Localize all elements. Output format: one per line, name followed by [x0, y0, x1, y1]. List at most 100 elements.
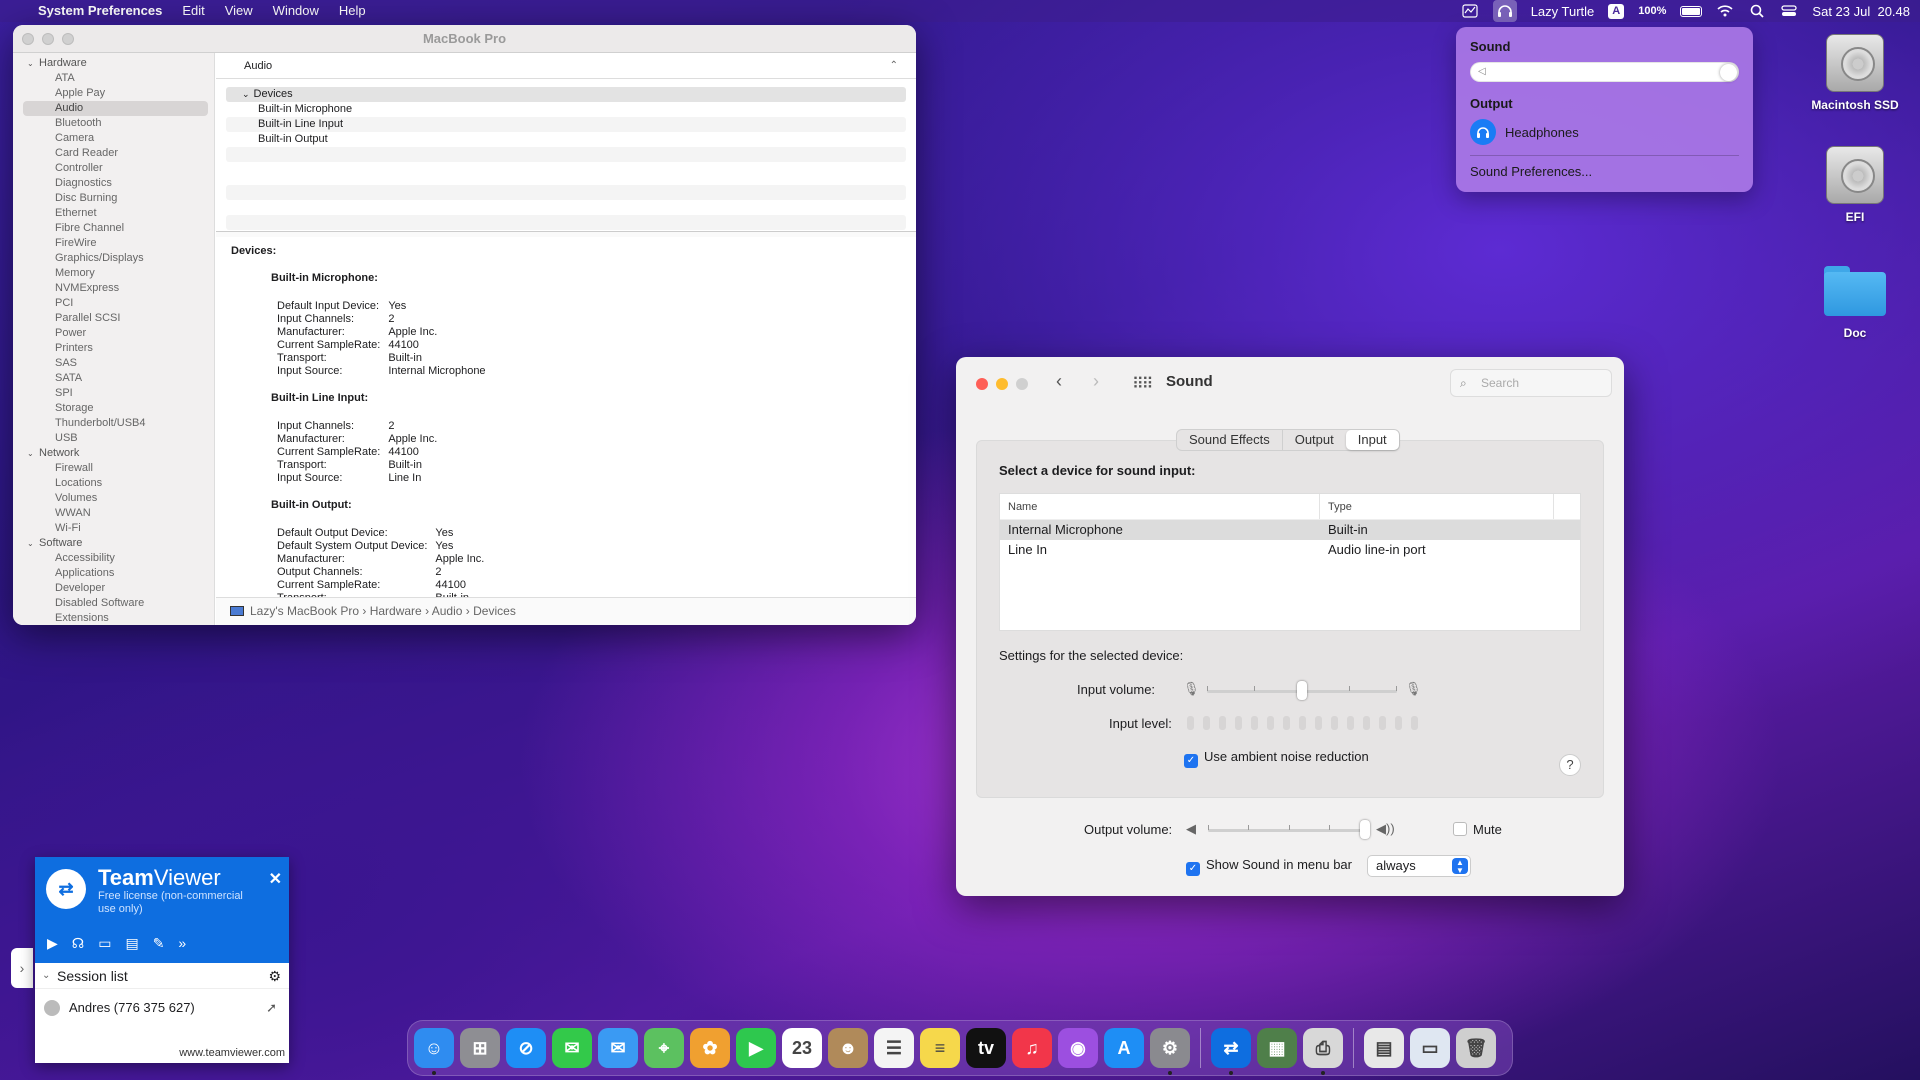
sidebar-item[interactable]: Fibre Channel	[13, 221, 214, 236]
input-volume-slider[interactable]	[1207, 680, 1397, 702]
tab-sound-effects[interactable]: Sound Effects	[1177, 430, 1283, 450]
app-menu[interactable]: System Preferences	[28, 0, 172, 22]
sound-preferences-link[interactable]: Sound Preferences...	[1470, 164, 1739, 179]
window-titlebar[interactable]: MacBook Pro	[13, 25, 916, 53]
checkbox-checked-icon[interactable]: ✓	[1186, 862, 1200, 876]
notes-icon[interactable]: ≡	[920, 1028, 960, 1068]
show-all-grid-icon[interactable]: ⠿⠿	[1132, 374, 1153, 394]
facetime-icon[interactable]: ▶	[736, 1028, 776, 1068]
sidebar-item[interactable]: SATA	[13, 371, 214, 386]
forward-icon[interactable]: ›	[1093, 371, 1099, 392]
tree-row[interactable]: Built-in Line Input	[226, 117, 906, 132]
noise-reduction-checkbox[interactable]: ✓ Use ambient noise reduction	[1184, 749, 1369, 768]
menubar-option-select[interactable]: always ▲ ▼	[1367, 855, 1471, 877]
close-button[interactable]	[976, 378, 988, 390]
sidebar-group[interactable]: ⌄ Software	[13, 536, 214, 551]
sidebar-item[interactable]: Wi-Fi	[13, 521, 214, 536]
show-in-menubar-checkbox[interactable]: ✓ Show Sound in menu bar	[1186, 857, 1352, 876]
back-icon[interactable]: ‹	[1056, 371, 1062, 392]
activity-monitor-icon[interactable]	[1461, 0, 1479, 22]
window-toolbar[interactable]: ‹ › ⠿⠿ Sound ⌕ Search	[956, 357, 1624, 409]
sidebar-item[interactable]: Applications	[13, 566, 214, 581]
zoom-button[interactable]	[1016, 378, 1028, 390]
music-icon[interactable]: ♫	[1012, 1028, 1052, 1068]
connect-arrow-icon[interactable]: ➚	[266, 989, 277, 1027]
sidebar-item[interactable]: Storage	[13, 401, 214, 416]
finder-icon[interactable]: ☺	[414, 1028, 454, 1075]
breadcrumb-item[interactable]: Devices	[473, 604, 516, 618]
close-icon[interactable]: ✕	[269, 869, 282, 889]
sidebar-item[interactable]: Graphics/Displays	[13, 251, 214, 266]
wifi-icon[interactable]	[1716, 0, 1734, 22]
tab-output[interactable]: Output	[1283, 430, 1346, 450]
desktop-icon-doc[interactable]: Doc	[1800, 266, 1910, 340]
menu-view[interactable]: View	[215, 0, 263, 22]
column-header[interactable]: Audio ⌃	[216, 53, 916, 79]
sidebar-item[interactable]: SPI	[13, 386, 214, 401]
minimize-button[interactable]	[996, 378, 1008, 390]
sidebar-item[interactable]: Printers	[13, 341, 214, 356]
headphones-menu-icon[interactable]	[1492, 0, 1517, 22]
output-volume-slider[interactable]	[1208, 819, 1370, 841]
sidebar-item[interactable]: NVMExpress	[13, 281, 214, 296]
safari-icon[interactable]: ⊘	[506, 1028, 546, 1068]
checkbox-unchecked-icon[interactable]	[1453, 822, 1467, 836]
more-icon[interactable]: »	[178, 935, 186, 952]
system-preferences-icon[interactable]: ⚙	[1150, 1028, 1190, 1075]
tv-icon[interactable]: tv	[966, 1028, 1006, 1068]
breadcrumb-item[interactable]: Hardware	[370, 604, 422, 618]
breadcrumb-item[interactable]: Audio	[432, 604, 463, 618]
slider-thumb[interactable]	[1360, 820, 1370, 839]
split-view-divider[interactable]	[216, 231, 916, 237]
messages-icon[interactable]: ✉	[552, 1028, 592, 1068]
sidebar-item[interactable]: Extensions	[13, 611, 214, 625]
output-device-headphones[interactable]: Headphones	[1470, 119, 1739, 145]
app-store-icon[interactable]: A	[1104, 1028, 1144, 1068]
zoom-button[interactable]	[62, 33, 74, 45]
checkbox-checked-icon[interactable]: ✓	[1184, 754, 1198, 768]
sidebar-item[interactable]: FireWire	[13, 236, 214, 251]
sidebar-item[interactable]: Power	[13, 326, 214, 341]
user-name[interactable]: Lazy Turtle	[1531, 4, 1595, 19]
desktop-icon-macintosh-ssd[interactable]: Macintosh SSD	[1800, 34, 1910, 112]
chat-icon[interactable]: ▭	[98, 935, 111, 952]
sidebar-item[interactable]: Disabled Software	[13, 596, 214, 611]
volume-slider-knob[interactable]	[1720, 64, 1737, 81]
sidebar-item[interactable]: Diagnostics	[13, 176, 214, 191]
disclosure-triangle-icon[interactable]: ⌄	[242, 89, 250, 99]
sidebar-item[interactable]: Developer	[13, 581, 214, 596]
control-center-icon[interactable]	[1780, 0, 1798, 22]
close-button[interactable]	[22, 33, 34, 45]
disclosure-triangle-icon[interactable]: ⌄	[27, 536, 39, 551]
sound-menu-volume-slider[interactable]: ◁	[1470, 62, 1739, 82]
sidebar-item[interactable]: Disc Burning	[13, 191, 214, 206]
tab-input[interactable]: Input	[1345, 430, 1399, 450]
menu-edit[interactable]: Edit	[172, 0, 214, 22]
sidebar-item[interactable]: SAS	[13, 356, 214, 371]
sidebar-item[interactable]: Apple Pay	[13, 86, 214, 101]
sidebar-item[interactable]: Locations	[13, 476, 214, 491]
sidebar-item[interactable]: PCI	[13, 296, 214, 311]
sidebar-item[interactable]: Card Reader	[13, 146, 214, 161]
minimize-button[interactable]	[42, 33, 54, 45]
input-source-icon[interactable]: A	[1608, 3, 1625, 19]
column-header-name[interactable]: Name	[1000, 494, 1320, 519]
printer-icon[interactable]: ⎙	[1303, 1028, 1343, 1075]
slider-thumb[interactable]	[1297, 681, 1307, 700]
battery-icon[interactable]	[1680, 5, 1703, 17]
sort-caret-icon[interactable]: ⌃	[890, 53, 898, 79]
document-icon[interactable]: ▤	[1364, 1028, 1404, 1068]
table-row[interactable]: Internal Microphone Built-in	[1000, 520, 1580, 540]
disclosure-triangle-icon[interactable]: ⌄	[27, 56, 39, 71]
sidebar-group[interactable]: ⌄ Network	[13, 446, 214, 461]
teamviewer-collapse-tab[interactable]: ›	[11, 948, 33, 988]
files-icon[interactable]: ▤	[125, 935, 138, 952]
session-contact[interactable]: Andres (776 375 627) ➚	[35, 989, 289, 1027]
mail-icon[interactable]: ✉	[598, 1028, 638, 1068]
menu-help[interactable]: Help	[329, 0, 376, 22]
tree-row[interactable]: Built-in Output	[226, 132, 906, 147]
sidebar-item[interactable]: USB	[13, 431, 214, 446]
table-row[interactable]: Line In Audio line-in port	[1000, 540, 1580, 560]
screenshot-icon[interactable]: ▭	[1410, 1028, 1450, 1068]
sidebar-item[interactable]: Firewall	[13, 461, 214, 476]
